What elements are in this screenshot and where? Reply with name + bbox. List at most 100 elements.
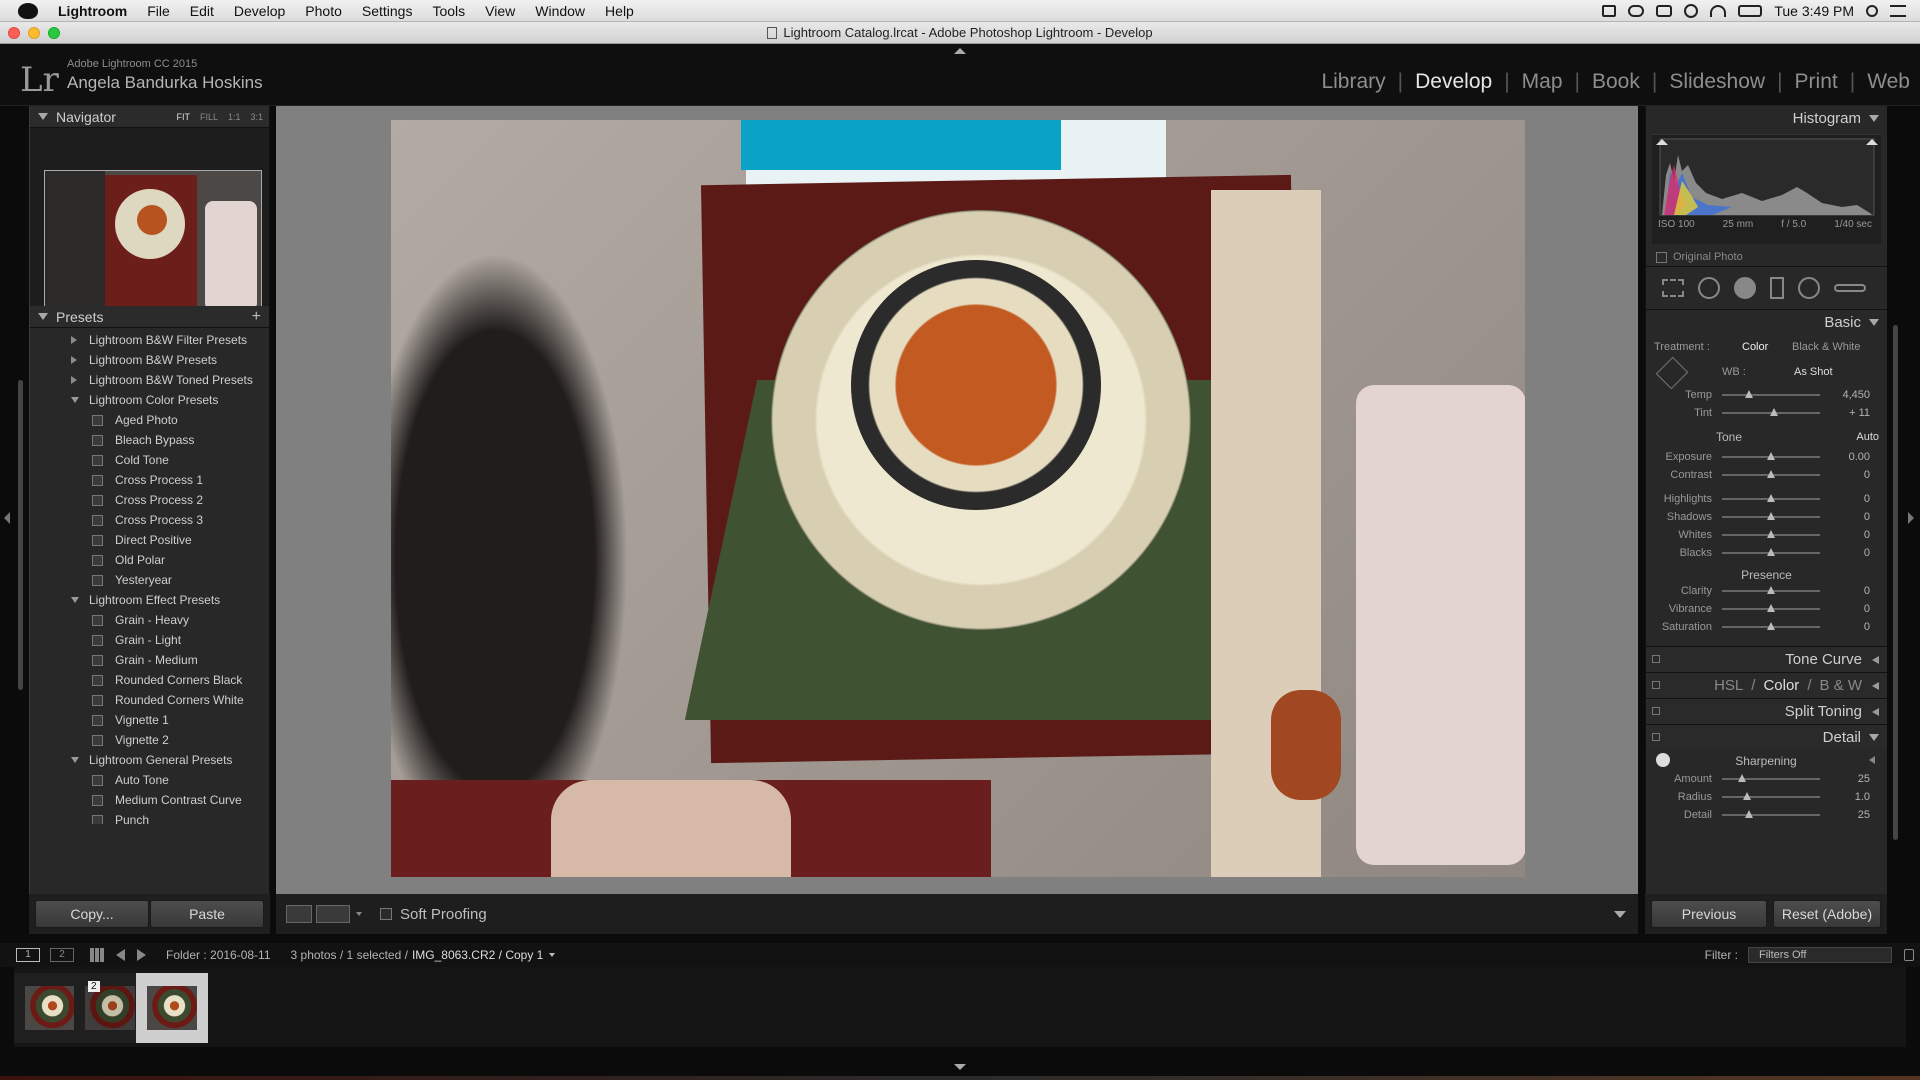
warning-icon[interactable]: [1656, 753, 1670, 767]
filename-dropdown[interactable]: IMG_8063.CR2 / Copy 1: [412, 948, 543, 962]
original-photo-checkbox[interactable]: [1656, 251, 1667, 263]
slider-thumb[interactable]: [1745, 390, 1754, 398]
slider-track[interactable]: [1722, 494, 1820, 502]
slider-thumb[interactable]: [1767, 494, 1775, 502]
battery-icon[interactable]: [1738, 4, 1763, 17]
folder-label[interactable]: Folder : 2016-08-11: [166, 948, 271, 962]
navigator-preview[interactable]: [44, 170, 262, 316]
module-slideshow[interactable]: Slideshow: [1669, 70, 1765, 94]
collapse-top-icon[interactable]: [954, 48, 966, 54]
grid-view-icon[interactable]: [90, 948, 104, 962]
preset-folder[interactable]: Lightroom B&W Toned Presets: [30, 370, 269, 390]
slider-track[interactable]: [1722, 622, 1820, 630]
copy-settings-button[interactable]: Copy...: [35, 900, 149, 928]
menu-tools[interactable]: Tools: [432, 3, 465, 19]
slider-track[interactable]: [1722, 390, 1820, 398]
crop-tool-icon[interactable]: [1662, 279, 1684, 297]
loupe-view-icon[interactable]: [286, 905, 312, 923]
tone-curve-header[interactable]: Tone Curve: [1646, 646, 1887, 672]
module-web[interactable]: Web: [1867, 70, 1910, 94]
preset-item[interactable]: Vignette 1: [30, 710, 269, 730]
preset-item[interactable]: Vignette 2: [30, 730, 269, 750]
module-print[interactable]: Print: [1795, 70, 1838, 94]
preset-item[interactable]: Cross Process 1: [30, 470, 269, 490]
forward-arrow-icon[interactable]: [137, 949, 146, 961]
expand-split-toning-icon[interactable]: [1872, 707, 1879, 716]
slider-value[interactable]: 0: [1836, 529, 1870, 541]
slider-thumb[interactable]: [1767, 622, 1775, 630]
display-icon[interactable]: [1656, 4, 1673, 17]
wifi-icon[interactable]: [1710, 4, 1727, 17]
before-after-icon[interactable]: [316, 905, 350, 923]
preset-item[interactable]: Grain - Medium: [30, 650, 269, 670]
slider-track[interactable]: [1722, 586, 1820, 594]
graduated-filter-icon[interactable]: [1770, 277, 1784, 299]
collapse-right-icon[interactable]: [1908, 512, 1914, 524]
filmstrip-thumb-3[interactable]: [136, 973, 208, 1043]
minimize-window-button[interactable]: [28, 27, 40, 39]
dropbox-icon[interactable]: [1602, 4, 1617, 17]
collapse-navigator-icon[interactable]: [38, 113, 48, 120]
slider-track[interactable]: [1722, 810, 1820, 818]
preset-item[interactable]: Grain - Heavy: [30, 610, 269, 630]
slider-value[interactable]: 0: [1836, 469, 1870, 481]
split-toning-switch[interactable]: [1652, 707, 1660, 715]
slider-value[interactable]: 0: [1836, 511, 1870, 523]
preset-item[interactable]: Medium Contrast Curve: [30, 790, 269, 810]
collapse-presets-icon[interactable]: [38, 313, 48, 320]
menu-edit[interactable]: Edit: [190, 3, 214, 19]
slider-track[interactable]: [1722, 548, 1820, 556]
spotlight-icon[interactable]: [1866, 4, 1878, 17]
histogram-header[interactable]: Histogram: [1646, 106, 1887, 130]
slider-track[interactable]: [1722, 792, 1820, 800]
navigator-header[interactable]: Navigator FIT FILL 1:1 3:1: [30, 106, 269, 128]
zoom-3-1[interactable]: 3:1: [250, 112, 263, 122]
preset-item[interactable]: Cross Process 3: [30, 510, 269, 530]
slider-value[interactable]: 0.00: [1836, 451, 1870, 463]
hsl-header[interactable]: HSL / Color / B & W: [1646, 672, 1887, 698]
preset-folder[interactable]: Lightroom Color Presets: [30, 390, 269, 410]
paste-settings-button[interactable]: Paste: [150, 900, 264, 928]
bw-tab[interactable]: B & W: [1819, 677, 1862, 694]
slider-value[interactable]: 0: [1836, 603, 1870, 615]
slider-thumb[interactable]: [1767, 452, 1775, 460]
hsl-switch[interactable]: [1652, 681, 1660, 689]
slider-thumb[interactable]: [1742, 792, 1751, 800]
slider-thumb[interactable]: [1767, 548, 1775, 556]
menu-file[interactable]: File: [147, 3, 170, 19]
screen-2-button[interactable]: 2: [50, 948, 74, 962]
back-arrow-icon[interactable]: [116, 949, 125, 961]
soft-proofing-checkbox[interactable]: [380, 908, 392, 920]
reset-button[interactable]: Reset (Adobe): [1773, 900, 1881, 928]
add-preset-icon[interactable]: +: [252, 308, 261, 326]
collapse-left-icon[interactable]: [4, 512, 10, 524]
filter-lock-icon[interactable]: [1904, 949, 1914, 961]
preset-folder[interactable]: Lightroom Effect Presets: [30, 590, 269, 610]
right-scrollbar[interactable]: [1893, 325, 1898, 840]
slider-track[interactable]: [1722, 530, 1820, 538]
red-eye-icon[interactable]: [1734, 277, 1756, 299]
collapse-basic-icon[interactable]: [1869, 318, 1879, 326]
filename-dropdown-icon[interactable]: [549, 953, 556, 957]
menu-help[interactable]: Help: [605, 3, 634, 19]
menu-app[interactable]: Lightroom: [58, 3, 127, 19]
preset-item[interactable]: Cold Tone: [30, 450, 269, 470]
collapse-bottom-icon[interactable]: [954, 1064, 966, 1070]
clock-label[interactable]: Tue 3:49 PM: [1774, 3, 1854, 19]
module-develop[interactable]: Develop: [1415, 70, 1492, 94]
left-scrollbar[interactable]: [18, 380, 23, 690]
slider-thumb[interactable]: [1767, 604, 1775, 612]
module-book[interactable]: Book: [1592, 70, 1640, 94]
toolbar-menu-icon[interactable]: [1614, 910, 1626, 918]
collapse-detail-icon[interactable]: [1869, 734, 1879, 741]
detail-header[interactable]: Detail: [1646, 724, 1887, 750]
slider-value[interactable]: 0: [1836, 547, 1870, 559]
slider-thumb[interactable]: [1745, 810, 1754, 818]
slider-thumb[interactable]: [1767, 530, 1775, 538]
slider-value[interactable]: 0: [1836, 621, 1870, 633]
sharpening-preview-icon[interactable]: [1869, 756, 1875, 764]
preset-item[interactable]: Grain - Light: [30, 630, 269, 650]
zoom-1-1[interactable]: 1:1: [228, 112, 241, 122]
preset-folder[interactable]: Lightroom General Presets: [30, 750, 269, 770]
preset-folder[interactable]: Lightroom B&W Presets: [30, 350, 269, 370]
